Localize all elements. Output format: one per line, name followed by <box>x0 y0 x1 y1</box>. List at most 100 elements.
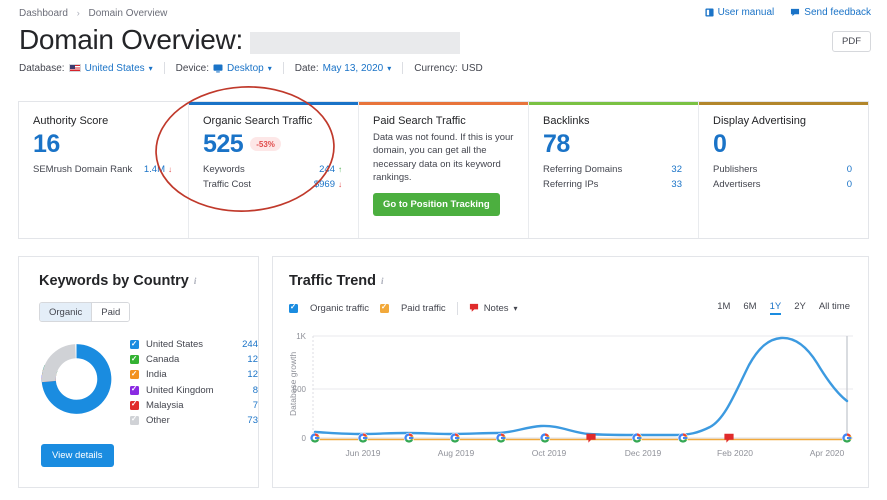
checkbox-icon[interactable] <box>130 354 139 365</box>
checkbox-icon[interactable] <box>130 339 139 349</box>
card-sub-row: Publishers 0 <box>713 163 854 178</box>
card-accent-bar <box>359 102 528 105</box>
legend-label: India <box>146 369 167 381</box>
chevron-down-icon: ▾ <box>513 303 518 313</box>
card-title: Paid Search Traffic <box>373 115 466 127</box>
y-axis-label: Database growth <box>288 351 298 416</box>
x-tick-label: Feb 2020 <box>717 448 753 458</box>
note-marker <box>586 433 596 443</box>
filter-bar: Database: United States ▾ Device: Deskto… <box>19 62 483 74</box>
notes-label: Notes <box>483 302 509 314</box>
filter-divider <box>163 62 165 74</box>
device-value: Desktop <box>227 62 264 74</box>
sub-value-wrap: $969 ↓ <box>314 178 342 193</box>
speech-bubble-icon <box>790 8 800 17</box>
arrow-up-icon: ↑ <box>338 165 342 175</box>
chevron-down-icon: ▾ <box>387 63 392 73</box>
device-label: Device: <box>175 62 210 74</box>
card-sub-row: Keywords 244 ↑ <box>203 163 344 178</box>
database-filter[interactable]: Database: United States ▾ <box>19 63 153 74</box>
range-2y[interactable]: 2Y <box>794 301 806 315</box>
device-filter[interactable]: Device: Desktop ▾ <box>176 63 272 74</box>
card-accent-bar <box>189 102 358 105</box>
legend-value: 8 <box>252 384 258 396</box>
keywords-panel-title-text: Keywords by Country <box>39 273 189 289</box>
view-details-button[interactable]: View details <box>41 444 114 468</box>
legend-item[interactable]: United States 244 <box>130 339 258 350</box>
toggle-organic-traffic[interactable]: Organic traffic <box>289 302 369 314</box>
sub-label: Referring Domains <box>543 164 623 176</box>
x-tick-label: Apr 2020 <box>810 448 845 458</box>
toggle-paid-traffic[interactable]: Paid traffic <box>379 302 446 314</box>
book-icon <box>705 8 714 17</box>
card-paid-search-traffic[interactable]: Paid Search Traffic Data was not found. … <box>359 102 529 238</box>
toggle-paid[interactable]: Paid <box>92 303 130 321</box>
legend-item[interactable]: Other 73 <box>130 414 258 426</box>
pdf-export-button[interactable]: PDF <box>832 31 871 52</box>
filter-divider <box>282 62 284 74</box>
legend-item[interactable]: India 12 <box>130 369 258 380</box>
page-title-row: Domain Overview: <box>19 24 460 56</box>
range-6m[interactable]: 6M <box>743 301 756 315</box>
traffic-trend-title-text: Traffic Trend <box>289 273 377 289</box>
organic-traffic-line <box>313 336 849 437</box>
legend-item[interactable]: United Kingdom 8 <box>130 384 258 396</box>
time-range-selector: 1M 6M 1Y 2Y All time <box>717 301 850 315</box>
traffic-trend-title: Traffic Trend i <box>289 273 850 289</box>
card-value: 16 <box>33 130 60 158</box>
paid-traffic-label: Paid traffic <box>400 302 446 314</box>
checkbox-icon[interactable] <box>130 369 139 380</box>
checkbox-icon[interactable] <box>130 414 139 425</box>
x-tick-label: Oct 2019 <box>532 448 567 458</box>
range-1y[interactable]: 1Y <box>769 301 782 315</box>
send-feedback-link[interactable]: Send feedback <box>790 7 871 18</box>
google-update-marker <box>309 432 321 444</box>
checkbox-icon[interactable] <box>130 399 139 410</box>
date-filter[interactable]: Date: May 13, 2020 ▾ <box>295 63 392 74</box>
change-badge: -53% <box>250 137 281 152</box>
y-tick-0: 0 <box>302 434 307 443</box>
top-links: User manual Send feedback <box>705 7 871 18</box>
breadcrumb-separator-icon: › <box>76 8 80 18</box>
card-sub-row: Advertisers 0 <box>713 178 854 193</box>
keywords-by-country-panel: Keywords by Country i Organic Paid ✓ Uni… <box>18 256 259 488</box>
checkbox-icon[interactable] <box>130 384 139 395</box>
card-sub-row: Referring IPs 33 <box>543 178 684 193</box>
legend-item[interactable]: Malaysia 7 <box>130 399 258 411</box>
card-authority-score[interactable]: Authority Score 16 SEMrush Domain Rank 1… <box>19 102 189 238</box>
y-tick-500: 500 <box>293 385 307 394</box>
legend-value: 73 <box>247 414 258 426</box>
filter-divider <box>402 62 404 74</box>
google-update-marker <box>841 432 853 444</box>
x-tick-label: Dec 2019 <box>625 448 662 458</box>
breadcrumb-dashboard[interactable]: Dashboard <box>19 8 68 19</box>
go-to-position-tracking-button[interactable]: Go to Position Tracking <box>373 192 500 216</box>
card-title: Backlinks <box>543 115 590 127</box>
range-1m[interactable]: 1M <box>717 301 730 315</box>
organic-paid-toggle[interactable]: Organic Paid <box>39 302 131 322</box>
toggle-organic[interactable]: Organic <box>40 303 93 321</box>
info-icon[interactable]: i <box>381 276 384 286</box>
card-title: Organic Search Traffic <box>203 115 313 127</box>
sub-label: Referring IPs <box>543 178 599 190</box>
page-title: Domain Overview: <box>19 24 243 55</box>
google-update-marker <box>631 432 643 444</box>
keywords-legend: United States 244 Canada 12 India 12 Uni… <box>130 339 258 430</box>
card-display-advertising[interactable]: Display Advertising 0 Publishers 0 Adver… <box>699 102 868 238</box>
card-backlinks[interactable]: Backlinks 78 Referring Domains 32 Referr… <box>529 102 699 238</box>
legend-value: 244 <box>242 339 258 350</box>
metric-card-strip: Authority Score 16 SEMrush Domain Rank 1… <box>18 101 869 239</box>
legend-value: 7 <box>252 399 258 411</box>
legend-item[interactable]: Canada 12 <box>130 354 258 365</box>
checkbox-icon[interactable] <box>289 302 298 313</box>
user-manual-link[interactable]: User manual <box>705 7 774 18</box>
card-organic-search-traffic[interactable]: Organic Search Traffic 525 -53% Keywords… <box>189 102 359 238</box>
range-all-time[interactable]: All time <box>819 301 850 315</box>
chevron-down-icon: ▾ <box>267 63 272 73</box>
x-tick-label: Aug 2019 <box>438 448 475 458</box>
info-icon[interactable]: i <box>194 276 197 286</box>
checkbox-icon[interactable] <box>379 302 389 313</box>
card-value: 525 <box>203 130 244 158</box>
notes-dropdown[interactable]: Notes ▾ <box>469 303 518 314</box>
card-value: 0 <box>713 130 727 158</box>
